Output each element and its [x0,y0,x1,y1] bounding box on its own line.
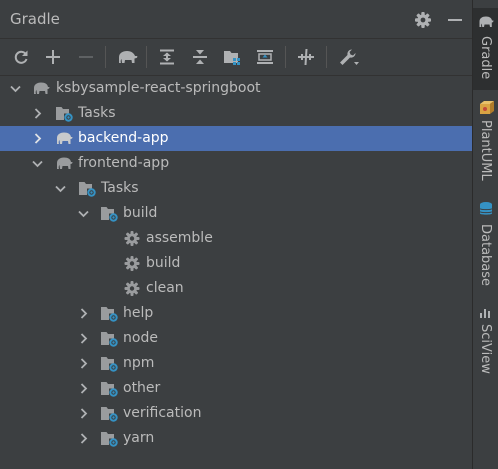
task-folder-icon [101,407,118,422]
gear-icon[interactable] [414,11,432,29]
rail-tab-database[interactable]: Database [473,196,498,288]
tree-node-task-clean[interactable]: clean [0,276,472,301]
tree-node-label: node [123,330,158,346]
gradle-elephant-icon [479,16,494,27]
tree-node-label: clean [146,280,184,296]
tree-node-npm-group[interactable]: npm [0,351,472,376]
chevron-right-icon[interactable] [32,133,43,144]
tree-node-root-project[interactable]: ksbysample-react-springboot [0,76,472,101]
task-folder-icon [79,182,96,197]
tree-node-help-group[interactable]: help [0,301,472,326]
group-modules-icon[interactable] [223,48,241,66]
expand-all-icon[interactable] [158,48,176,66]
tree-node-tasks[interactable]: Tasks [0,101,472,126]
add-icon[interactable] [44,48,62,66]
tool-window-title: Gradle [10,10,60,28]
chevron-right-icon[interactable] [78,358,89,369]
chevron-down-icon[interactable] [10,83,21,94]
rail-tab-sciview[interactable]: SciView [473,300,498,374]
tree-node-label: frontend-app [78,155,170,171]
gradle-elephant-icon [57,157,73,169]
tree-node-node-group[interactable]: node [0,326,472,351]
chevron-down-icon[interactable] [55,183,66,194]
right-tool-stripe: Gradle PlantUML Database SciView [472,0,498,469]
minimize-icon[interactable] [448,19,462,21]
tree-node-label: build [146,255,181,271]
toolbar-separator [326,46,327,68]
chevron-right-icon[interactable] [78,408,89,419]
remove-icon[interactable] [77,48,95,66]
toolbar-separator [285,46,286,68]
gradle-tool-window: Gradle ksbysample-react-springboot Tasks… [0,0,472,469]
tree-node-verification-group[interactable]: verification [0,401,472,426]
tree-node-label: Tasks [78,105,116,121]
chevron-down-icon[interactable] [32,158,43,169]
tree-node-label: build [123,205,158,221]
gradle-elephant-icon[interactable] [116,48,138,66]
tree-node-frontend-tasks[interactable]: Tasks [0,176,472,201]
task-folder-icon [101,307,118,322]
tree-node-other-group[interactable]: other [0,376,472,401]
tree-node-task-assemble[interactable]: assemble [0,226,472,251]
rail-tab-label: SciView [478,324,493,374]
tree-node-label: help [123,305,154,321]
toolbar-separator [146,46,147,68]
tree-node-label: ksbysample-react-springboot [56,80,261,96]
task-folder-icon [101,432,118,447]
rail-tab-label: Database [478,224,493,287]
tree-node-label: other [123,380,161,396]
task-folder-icon [101,332,118,347]
tree-node-label: Tasks [101,180,139,196]
toolbar-separator [105,46,106,68]
chevron-right-icon[interactable] [78,433,89,444]
tree-node-yarn-group[interactable]: yarn [0,426,472,451]
gradle-elephant-icon [34,82,50,94]
toggle-offline-icon[interactable] [297,48,315,66]
settings-wrench-icon[interactable] [338,48,360,66]
sciview-icon [480,309,490,318]
tree-node-backend-app[interactable]: backend-app [0,126,472,151]
gear-icon [124,281,140,296]
rail-tab-label: PlantUML [478,120,493,181]
tree-node-label: npm [123,355,155,371]
gear-icon [124,231,140,246]
rail-tab-gradle[interactable]: Gradle [473,8,498,90]
database-icon [479,202,493,215]
tree-node-label: assemble [146,230,213,246]
task-folder-icon [101,357,118,372]
tree-node-label: yarn [123,430,155,446]
show-dependencies-icon[interactable] [256,48,274,66]
chevron-right-icon[interactable] [78,308,89,319]
tool-window-header: Gradle [0,0,472,39]
task-folder-icon [101,207,118,222]
gradle-elephant-icon [57,132,73,144]
rail-tab-plantuml[interactable]: PlantUML [473,96,498,188]
reload-icon[interactable] [12,48,30,66]
chevron-right-icon[interactable] [32,108,43,119]
chevron-right-icon[interactable] [78,333,89,344]
tree-node-task-build[interactable]: build [0,251,472,276]
task-folder-icon [101,382,118,397]
task-folder-icon [56,107,73,122]
tree-node-label: verification [123,405,202,421]
gradle-toolbar [0,39,472,76]
rail-tab-label: Gradle [478,36,493,80]
tree-node-label: backend-app [78,130,169,146]
plantuml-icon [480,101,494,114]
collapse-all-icon[interactable] [191,48,209,66]
chevron-down-icon[interactable] [78,208,89,219]
chevron-right-icon[interactable] [78,383,89,394]
tree-node-frontend-app[interactable]: frontend-app [0,151,472,176]
tree-node-build-group[interactable]: build [0,201,472,226]
gear-icon [124,256,140,271]
